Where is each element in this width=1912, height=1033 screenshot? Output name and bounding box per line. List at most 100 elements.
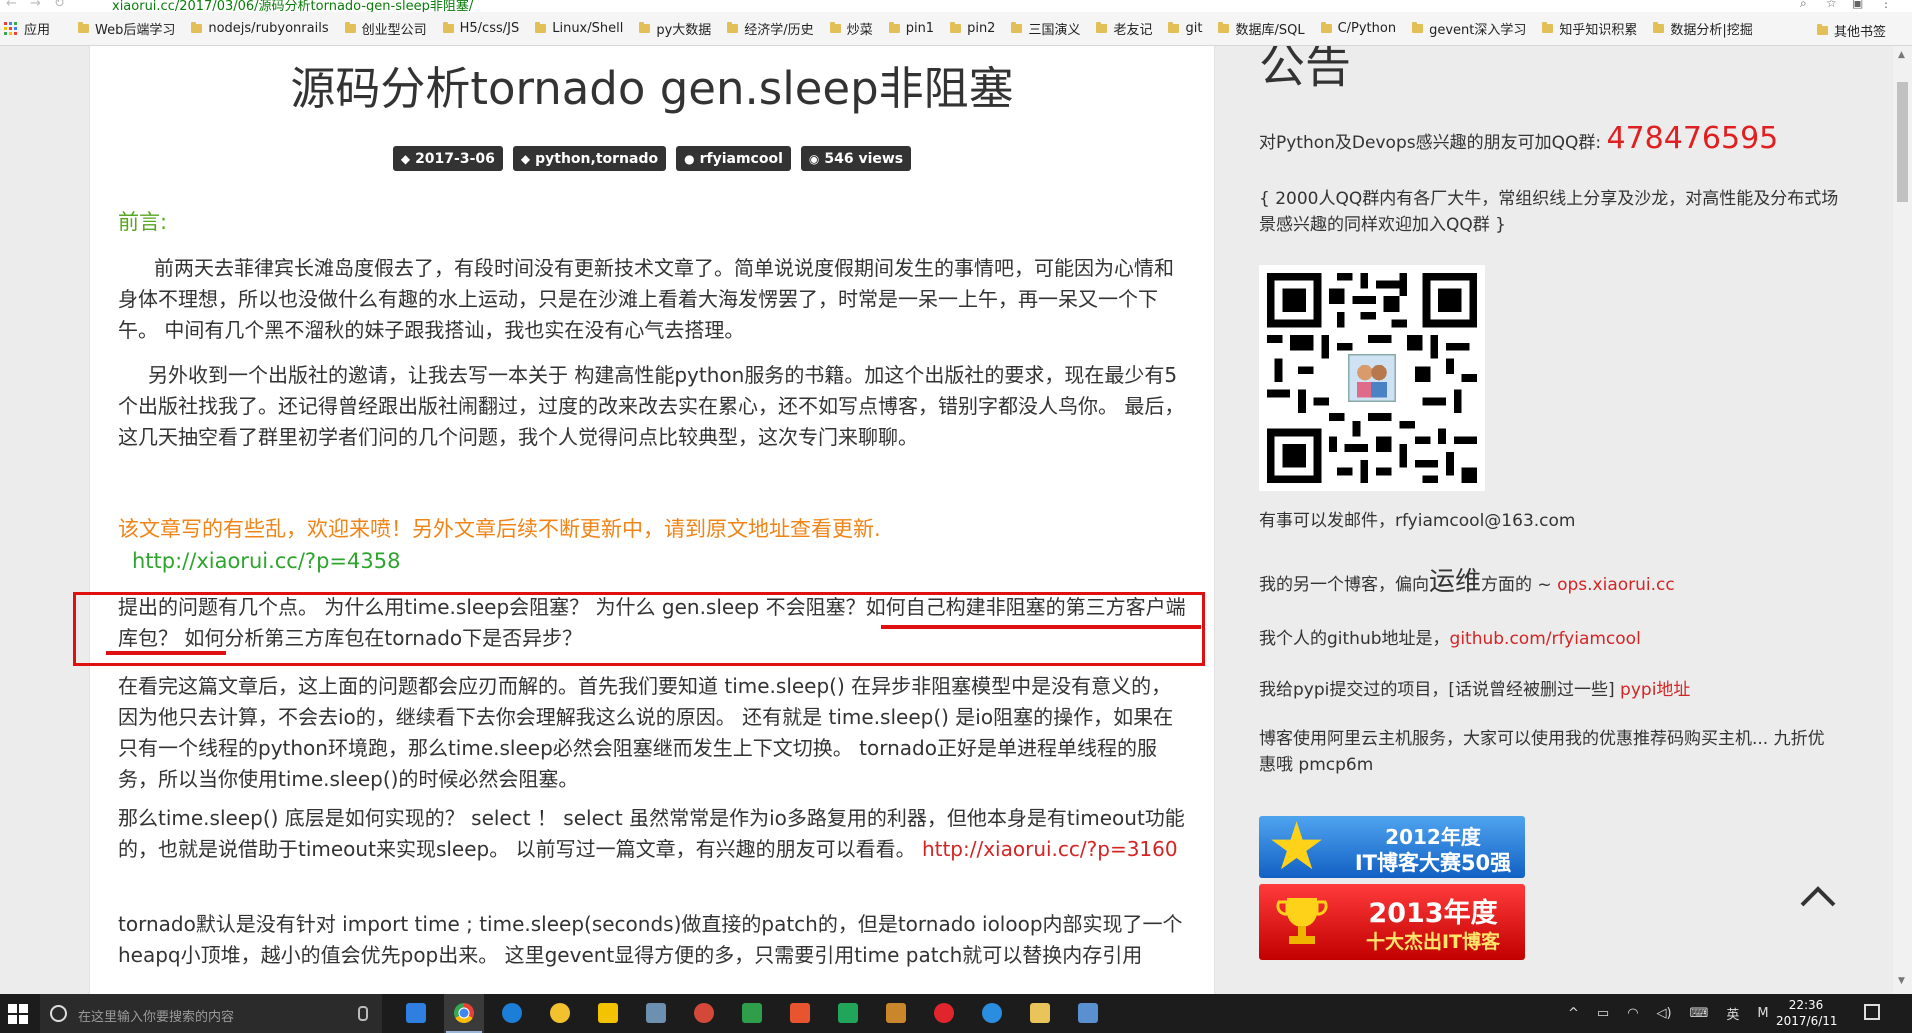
taskbar-app[interactable] — [684, 994, 724, 1033]
chevron-up-icon[interactable]: ^ — [1568, 1006, 1579, 1021]
taskbar-app[interactable] — [1020, 994, 1060, 1033]
reload-icon[interactable]: ↻ — [54, 0, 65, 11]
taskbar-app[interactable] — [1068, 994, 1108, 1033]
paragraph-5: tornado默认是没有针对 import time ; time.sleep(… — [118, 912, 1183, 967]
award-badge-2013[interactable]: 2013年度 十大杰出IT博客 — [1259, 884, 1525, 960]
file-explorer-icon — [1030, 1003, 1050, 1023]
search-placeholder: 在这里输入你要搜索的内容 — [78, 1010, 235, 1025]
taskbar-app[interactable] — [972, 994, 1012, 1033]
original-url-link[interactable]: http://xiaorui.cc/?p=4358 — [132, 546, 1202, 577]
apps-grid-icon[interactable] — [4, 22, 18, 36]
scroll-down-icon[interactable]: ▼ — [1898, 976, 1905, 986]
bookmark-folder[interactable]: nodejs/rubyonrails — [191, 21, 329, 36]
bookmark-folder[interactable]: gevent深入学习 — [1412, 19, 1526, 38]
bookmark-folder[interactable]: 知乎知识积累 — [1542, 19, 1637, 38]
battery-icon[interactable]: ▭ — [1597, 1006, 1609, 1021]
tags-icon: ◆ — [520, 151, 531, 166]
keyboard-icon[interactable]: ⌨ — [1690, 1006, 1709, 1021]
menu-icon[interactable]: ⋮ — [1880, 0, 1892, 10]
forward-icon[interactable]: → — [30, 0, 41, 11]
author-badge[interactable]: ● rfyiamcool — [676, 146, 791, 171]
back-to-top-icon[interactable] — [1798, 881, 1838, 911]
ops-blog-link[interactable]: ops.xiaorui.cc — [1557, 575, 1675, 595]
bookmark-folder[interactable]: H5/css/JS — [442, 21, 519, 36]
related-article-link[interactable]: http://xiaorui.cc/?p=3160 — [922, 837, 1178, 861]
qq-group-number: 478476595 — [1606, 121, 1779, 156]
bookmarks-bar: 应用 Web后端学习 nodejs/rubyonrails 创业型公司 H5/c… — [0, 12, 1912, 46]
clock[interactable]: 22:36 2017/6/11 — [1776, 997, 1838, 1029]
tags-badge[interactable]: ◆ python,tornado — [512, 146, 667, 171]
bookmark-folder[interactable]: 数据分析|挖掘 — [1653, 19, 1753, 38]
qr-code — [1259, 265, 1485, 491]
paragraph-4: 那么time.sleep() 底层是如何实现的？ select ！ select… — [118, 806, 1185, 861]
update-note: 该文章写的有些乱，欢迎来喷！另外文章后续不断更新中，请到原文地址查看更新. — [118, 517, 881, 541]
pypi-link[interactable]: pypi地址 — [1620, 680, 1690, 700]
bookmark-apps[interactable]: 应用 — [24, 19, 50, 38]
git-tool-icon — [742, 1003, 762, 1023]
github-link[interactable]: github.com/rfyiamcool — [1450, 629, 1641, 649]
cube-icon — [646, 1003, 666, 1023]
bookmark-star-icon[interactable]: ☆ — [1826, 0, 1837, 10]
folder-icon — [344, 22, 356, 33]
taskbar-app[interactable] — [780, 994, 820, 1033]
pypi-line: 我给pypi提交过的项目，[话说曾经被删过一些] pypi地址 — [1259, 680, 1691, 700]
taskbar-search-box[interactable]: 在这里输入你要搜索的内容 — [40, 994, 382, 1033]
scroll-up-icon[interactable]: ▲ — [1898, 50, 1905, 60]
wifi-icon[interactable]: ◠ — [1627, 1006, 1638, 1021]
sidebar: 公告 对Python及Devops感兴趣的朋友可加QQ群: 478476595 … — [1259, 46, 1859, 994]
taskbar: 在这里输入你要搜索的内容 ^ ▭ ◠ ◁) ⌨ 英 M 22:36 2017/6… — [0, 994, 1912, 1033]
ime-mode-indicator[interactable]: M — [1757, 1006, 1768, 1021]
taskbar-app[interactable] — [396, 994, 436, 1033]
bookmark-folder[interactable]: git — [1168, 21, 1202, 36]
bookmark-folder[interactable]: 经济学/历史 — [727, 19, 814, 38]
taskbar-app-edge[interactable] — [492, 994, 532, 1033]
folder-icon — [1168, 22, 1180, 33]
page-scrollbar[interactable]: ▲ ▼ — [1893, 46, 1912, 994]
taskbar-app[interactable] — [828, 994, 868, 1033]
bookmark-folder[interactable]: 三国演义 — [1011, 19, 1080, 38]
taskbar-app[interactable] — [924, 994, 964, 1033]
bookmark-folder[interactable]: Web后端学习 — [78, 19, 175, 38]
back-icon[interactable]: ← — [6, 0, 17, 11]
taskbar-app[interactable] — [636, 994, 676, 1033]
cortana-icon — [50, 1005, 67, 1022]
volume-icon[interactable]: ◁) — [1657, 1006, 1672, 1021]
bookmark-folder[interactable]: pin1 — [888, 21, 934, 36]
folder-icon — [639, 22, 651, 33]
scrollbar-thumb[interactable] — [1897, 82, 1908, 202]
ime-indicator[interactable]: 英 — [1726, 1004, 1739, 1023]
clock-time: 22:36 — [1788, 998, 1824, 1012]
microphone-icon[interactable] — [358, 1006, 368, 1021]
pycharm-icon — [838, 1003, 858, 1023]
trophy-icon — [1276, 898, 1328, 944]
bookmark-folder[interactable]: C/Python — [1320, 21, 1396, 36]
bookmark-folder[interactable]: 老友记 — [1096, 19, 1152, 38]
extension-icon[interactable]: ▣ — [1852, 0, 1863, 10]
system-tray: ^ ▭ ◠ ◁) ⌨ 英 M — [1568, 994, 1787, 1033]
bookmark-folder[interactable]: 炒菜 — [829, 19, 873, 38]
taskbar-app-chrome[interactable] — [444, 994, 484, 1033]
folder-icon — [535, 22, 547, 33]
address-bar[interactable]: ← → ↻ xiaorui.cc/2017/03/06/源码分析tornado-… — [0, 0, 1912, 12]
bookmark-folder[interactable]: 创业型公司 — [344, 19, 427, 38]
award-badge-2012[interactable]: ★ 2012年度 IT博客大赛50强 — [1259, 816, 1525, 878]
bookmark-folder[interactable]: 数据库/SQL — [1218, 19, 1305, 38]
taskbar-app[interactable] — [540, 994, 580, 1033]
folder-icon — [1218, 22, 1230, 33]
taskbar-app[interactable] — [876, 994, 916, 1033]
url-text[interactable]: xiaorui.cc/2017/03/06/源码分析tornado-gen-sl… — [112, 0, 473, 12]
taskbar-app[interactable] — [732, 994, 772, 1033]
highlight-box — [73, 592, 1205, 666]
zoom-icon[interactable]: ⌕ — [1800, 0, 1807, 11]
folder-icon — [1096, 22, 1108, 33]
taskbar-app[interactable] — [588, 994, 628, 1033]
qq-group-line: 对Python及Devops感兴趣的朋友可加QQ群: 478476595 — [1259, 121, 1779, 156]
notification-icon[interactable] — [1864, 1004, 1880, 1020]
other-bookmarks[interactable]: 其他书签 — [1816, 21, 1886, 40]
folder-icon — [442, 22, 454, 33]
bookmark-folder[interactable]: Linux/Shell — [535, 21, 623, 36]
bookmark-folder[interactable]: py大数据 — [639, 19, 711, 38]
bookmark-folder[interactable]: pin2 — [950, 21, 995, 36]
windows-start-icon[interactable] — [8, 1004, 28, 1024]
post-meta: ◆ 2017-3-06 ◆ python,tornado ● rfyiamcool ◉… — [90, 146, 1214, 171]
